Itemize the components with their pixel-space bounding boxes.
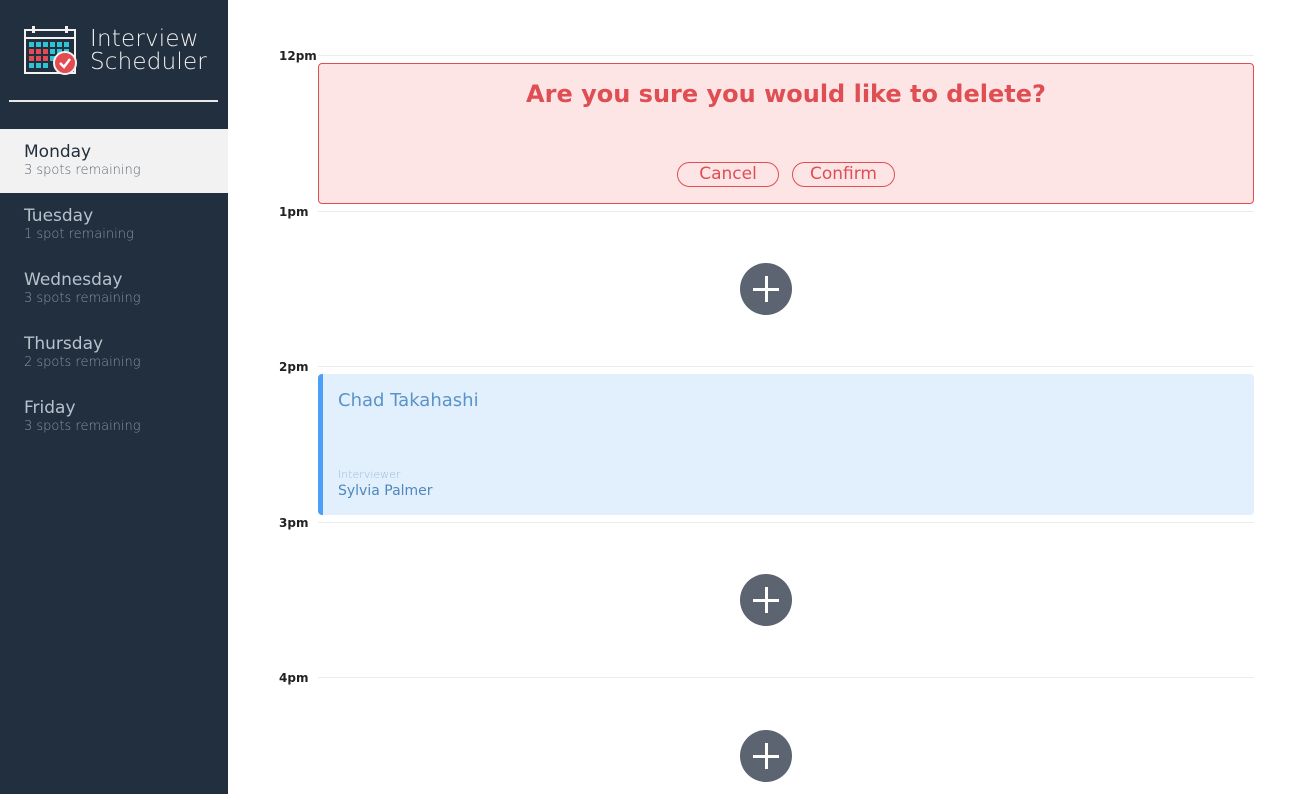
sidebar-divider — [9, 100, 218, 102]
day-item-monday[interactable]: Monday 3 spots remaining — [0, 129, 228, 193]
day-name: Friday — [24, 398, 76, 418]
add-appointment-button[interactable] — [740, 730, 792, 782]
day-item-friday[interactable]: Friday 3 spots remaining — [0, 385, 228, 449]
time-label-1pm: 1pm — [279, 205, 309, 219]
day-spots: 1 spot remaining — [24, 227, 134, 242]
app-title-line2: Scheduler — [90, 49, 207, 75]
time-label-3pm: 3pm — [279, 516, 309, 530]
cancel-button[interactable]: Cancel — [677, 162, 779, 187]
day-name: Thursday — [24, 334, 104, 354]
time-divider — [318, 522, 1254, 523]
sidebar: Interview Scheduler Monday 3 spots remai… — [0, 0, 228, 794]
day-name: Tuesday — [24, 206, 94, 226]
day-spots: 3 spots remaining — [24, 419, 141, 434]
delete-confirm-message: Are you sure you would like to delete? — [526, 80, 1046, 108]
add-appointment-button[interactable] — [740, 574, 792, 626]
time-label-2pm: 2pm — [279, 360, 309, 374]
time-divider — [318, 211, 1254, 212]
day-spots: 3 spots remaining — [24, 163, 141, 178]
time-divider — [318, 366, 1254, 367]
day-spots: 2 spots remaining — [24, 355, 141, 370]
time-label-4pm: 4pm — [279, 671, 309, 685]
time-divider — [318, 677, 1254, 678]
time-label-12pm: 12pm — [279, 49, 317, 63]
interviewer-name: Sylvia Palmer — [338, 483, 433, 499]
appointment-card[interactable]: Chad Takahashi Interviewer Sylvia Palmer — [318, 374, 1254, 515]
day-item-wednesday[interactable]: Wednesday 3 spots remaining — [0, 257, 228, 321]
day-item-thursday[interactable]: Thursday 2 spots remaining — [0, 321, 228, 385]
interviewer-label: Interviewer — [338, 468, 401, 481]
delete-confirm-panel: Are you sure you would like to delete? C… — [318, 63, 1254, 204]
app-title: Interview Scheduler — [90, 28, 207, 74]
day-item-tuesday[interactable]: Tuesday 1 spot remaining — [0, 193, 228, 257]
day-name: Wednesday — [24, 270, 123, 290]
add-appointment-button[interactable] — [740, 263, 792, 315]
student-name: Chad Takahashi — [338, 390, 479, 411]
app-title-line1: Interview — [90, 26, 199, 52]
time-divider — [318, 55, 1254, 56]
schedule: 12pm Are you sure you would like to dele… — [228, 0, 1293, 794]
day-spots: 3 spots remaining — [24, 291, 141, 306]
day-name: Monday — [24, 142, 92, 162]
day-list: Monday 3 spots remaining Tuesday 1 spot … — [0, 129, 228, 449]
calendar-check-icon — [24, 26, 78, 76]
confirm-button[interactable]: Confirm — [792, 162, 895, 187]
